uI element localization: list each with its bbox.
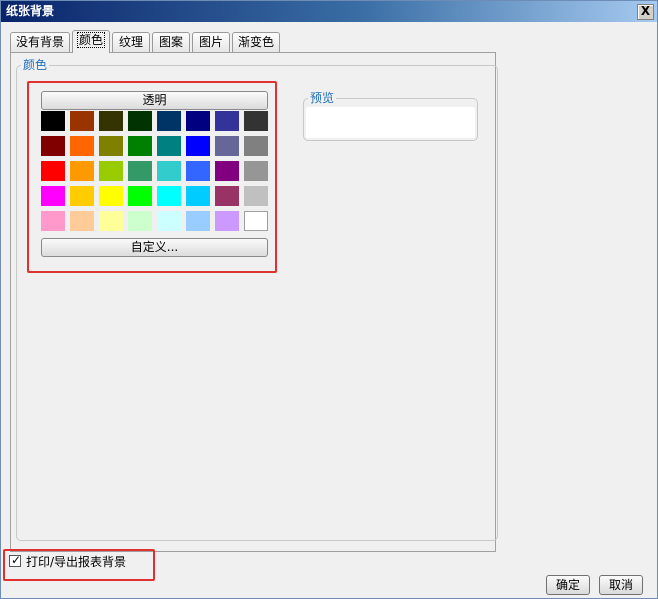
transparent-button[interactable]: 透明 [41,91,268,110]
tab-color[interactable]: 颜色 [72,30,110,53]
color-palette: 透明 自定义... [39,89,270,260]
preview-groupbox: 预览 [303,91,478,141]
color-group-legend: 颜色 [21,58,50,72]
color-swatch[interactable] [128,186,152,206]
checkmark-icon: ✓ [11,553,22,567]
color-swatch[interactable] [99,161,123,181]
color-swatch[interactable] [128,136,152,156]
color-swatch[interactable] [215,136,239,156]
color-swatch[interactable] [186,111,210,131]
color-swatch[interactable] [157,161,181,181]
ok-button[interactable]: 确定 [546,575,590,595]
color-swatch[interactable] [41,211,65,231]
color-swatch[interactable] [99,186,123,206]
color-swatch[interactable] [186,211,210,231]
color-swatch[interactable] [41,161,65,181]
color-swatch[interactable] [244,186,268,206]
color-swatch[interactable] [99,211,123,231]
color-swatch[interactable] [128,211,152,231]
color-swatch[interactable] [99,136,123,156]
tab-picture[interactable]: 图片 [192,32,230,52]
color-swatch[interactable] [215,186,239,206]
tab-no-background[interactable]: 没有背景 [10,32,70,52]
color-swatch[interactable] [244,136,268,156]
color-swatch[interactable] [70,211,94,231]
close-icon: X [640,4,651,18]
print-background-checkbox[interactable]: ✓ [9,553,22,567]
preview-area [306,107,475,138]
color-swatch[interactable] [215,211,239,231]
cancel-button[interactable]: 取消 [599,575,643,595]
print-background-label[interactable]: 打印/导出报表背景 [26,554,126,570]
color-swatch[interactable] [128,111,152,131]
color-swatch[interactable] [244,211,268,231]
tab-texture[interactable]: 纹理 [112,32,150,52]
color-swatch[interactable] [157,186,181,206]
color-swatch[interactable] [244,161,268,181]
color-swatch[interactable] [215,111,239,131]
color-swatch[interactable] [70,136,94,156]
color-swatch[interactable] [244,111,268,131]
tab-pattern[interactable]: 图案 [152,32,190,52]
color-swatch[interactable] [157,211,181,231]
dialog-window: 纸张背景 X 没有背景 颜色 纹理 图案 图片 渐变色 颜色 透明 自定义...… [0,0,658,599]
custom-color-button[interactable]: 自定义... [41,238,268,257]
preview-legend: 预览 [308,91,337,105]
tab-gradient[interactable]: 渐变色 [232,32,280,52]
close-button[interactable]: X [637,4,654,20]
color-swatch[interactable] [186,136,210,156]
color-swatch[interactable] [70,161,94,181]
color-swatch[interactable] [186,186,210,206]
color-swatch[interactable] [157,111,181,131]
window-title: 纸张背景 [6,4,55,18]
color-swatch[interactable] [99,111,123,131]
color-swatch[interactable] [215,161,239,181]
color-swatch[interactable] [128,161,152,181]
color-swatch[interactable] [41,186,65,206]
color-swatch[interactable] [186,161,210,181]
title-bar[interactable]: 纸张背景 X [1,1,657,22]
color-swatch[interactable] [70,186,94,206]
color-swatch[interactable] [70,111,94,131]
color-swatch[interactable] [41,136,65,156]
color-swatch[interactable] [157,136,181,156]
color-swatch[interactable] [41,111,65,131]
